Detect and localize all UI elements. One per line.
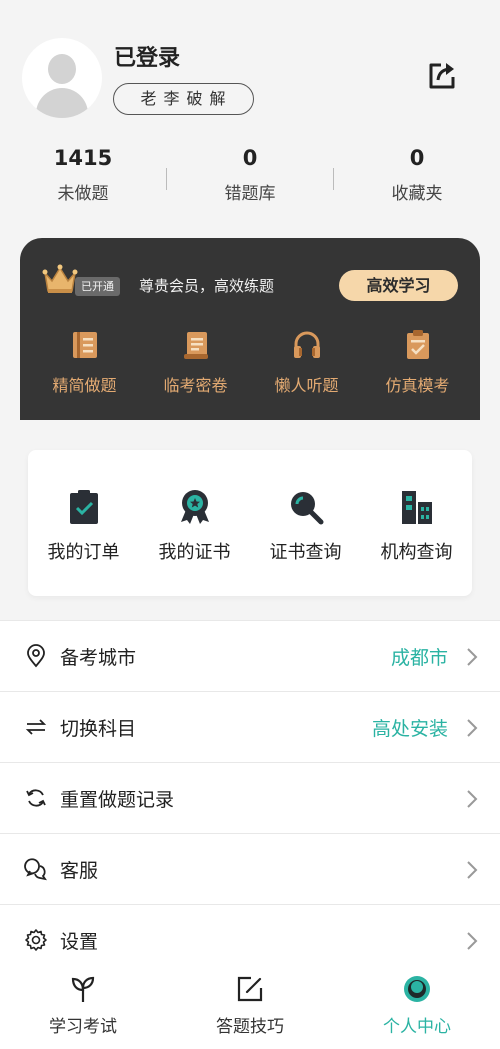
stat-value: 0 <box>409 146 425 170</box>
menu-item-customer-service[interactable]: 客服 <box>0 833 500 904</box>
building-icon <box>401 491 432 524</box>
stat-label: 收藏夹 <box>391 184 443 204</box>
order-clipboard-icon <box>69 490 98 524</box>
stat-unanswered[interactable]: 1415 未做题 <box>0 146 166 204</box>
menu-item-value: 高处安装 <box>371 718 448 740</box>
chevron-right-icon <box>467 790 478 808</box>
vip-item-concise-practice[interactable]: 精简做题 <box>29 328 140 396</box>
vip-item-label: 精简做题 <box>52 376 117 395</box>
scroll-icon <box>183 332 208 359</box>
vip-card: 已开通 尊贵会员，高效练题 高效学习 精简做题 临考密卷 懒人听题 仿真模考 <box>20 238 480 420</box>
user-center-icon <box>404 976 430 1002</box>
stat-favorites[interactable]: 0 收藏夹 <box>334 146 500 204</box>
menu-item-switch-subject[interactable]: 切换科目 高处安装 <box>0 691 500 762</box>
tab-study-exam[interactable]: 学习考试 <box>0 974 166 1037</box>
menu-item-label: 备考城市 <box>60 647 137 669</box>
location-pin-icon <box>27 644 45 668</box>
my-certificates[interactable]: 我的证书 <box>139 488 250 564</box>
avatar-head <box>48 54 76 84</box>
profile-header: 已登录 老李破解 <box>0 0 500 140</box>
chevron-right-icon <box>467 861 478 879</box>
headphones-icon <box>293 331 320 358</box>
chevron-right-icon <box>467 719 478 737</box>
stat-value: 0 <box>242 146 258 170</box>
gear-icon <box>25 929 47 951</box>
vip-item-label: 临考密卷 <box>163 376 228 395</box>
menu-item-label: 重置做题记录 <box>60 789 175 811</box>
clipboard-check-icon <box>406 330 429 359</box>
stat-label: 未做题 <box>57 184 109 204</box>
avatar-body <box>36 88 88 118</box>
certificate-medal-icon <box>180 490 209 524</box>
refresh-icon <box>26 789 46 807</box>
menu-item-reset-records[interactable]: 重置做题记录 <box>0 762 500 833</box>
crown-icon <box>42 264 78 296</box>
chat-bubble-icon <box>24 858 47 881</box>
share-icon[interactable] <box>424 58 460 94</box>
efficient-study-button[interactable]: 高效学习 <box>339 270 458 301</box>
edit-square-icon <box>237 976 263 1002</box>
menu-item-settings[interactable]: 设置 <box>0 904 500 975</box>
sprout-icon <box>71 976 95 1002</box>
vip-item-mock-exam[interactable]: 仿真模考 <box>362 328 473 396</box>
vip-item-label: 仿真模考 <box>385 376 450 395</box>
username: 已登录 <box>114 46 181 71</box>
menu-item-label: 客服 <box>60 860 99 882</box>
quick-actions-card: 我的订单 我的证书 证书查询 机构查询 <box>28 450 472 596</box>
menu-item-label: 切换科目 <box>60 718 137 740</box>
chevron-right-icon <box>467 648 478 666</box>
settings-menu: 备考城市 成都市 切换科目 高处安装 重置做题记录 客服 设置 <box>0 620 500 970</box>
quick-action-label: 我的订单 <box>47 542 120 563</box>
menu-item-exam-city[interactable]: 备考城市 成都市 <box>0 620 500 691</box>
stat-value: 1415 <box>53 146 113 170</box>
stats-bar: 1415 未做题 0 错题库 0 收藏夹 <box>0 146 500 216</box>
certificate-query[interactable]: 证书查询 <box>250 488 361 564</box>
chevron-right-icon <box>467 932 478 950</box>
stat-wrong-bank[interactable]: 0 错题库 <box>167 146 333 204</box>
institution-query[interactable]: 机构查询 <box>361 488 472 564</box>
nickname-pill[interactable]: 老李破解 <box>113 83 254 115</box>
vip-description: 尊贵会员，高效练题 <box>139 277 275 295</box>
vip-item-exam-papers[interactable]: 临考密卷 <box>140 328 251 396</box>
tab-label: 答题技巧 <box>216 1017 284 1037</box>
avatar[interactable] <box>22 38 102 118</box>
quick-action-label: 机构查询 <box>380 542 453 563</box>
tab-answer-tips[interactable]: 答题技巧 <box>167 974 333 1037</box>
menu-item-label: 设置 <box>60 931 99 953</box>
tab-personal-center[interactable]: 个人中心 <box>334 974 500 1037</box>
stat-label: 错题库 <box>224 184 276 204</box>
vip-status-badge: 已开通 <box>75 277 120 296</box>
quick-action-label: 我的证书 <box>158 542 231 563</box>
bottom-tab-bar: 学习考试 答题技巧 个人中心 <box>0 966 500 1049</box>
tab-label: 个人中心 <box>383 1017 451 1037</box>
vip-item-listen[interactable]: 懒人听题 <box>251 328 362 396</box>
my-orders[interactable]: 我的订单 <box>28 488 139 564</box>
vip-item-label: 懒人听题 <box>274 376 339 395</box>
swap-arrows-icon <box>25 719 47 735</box>
tab-label: 学习考试 <box>49 1017 117 1037</box>
quick-action-label: 证书查询 <box>269 542 342 563</box>
book-icon <box>72 332 97 358</box>
menu-item-value: 成都市 <box>390 647 448 669</box>
magnifier-icon <box>290 492 323 525</box>
